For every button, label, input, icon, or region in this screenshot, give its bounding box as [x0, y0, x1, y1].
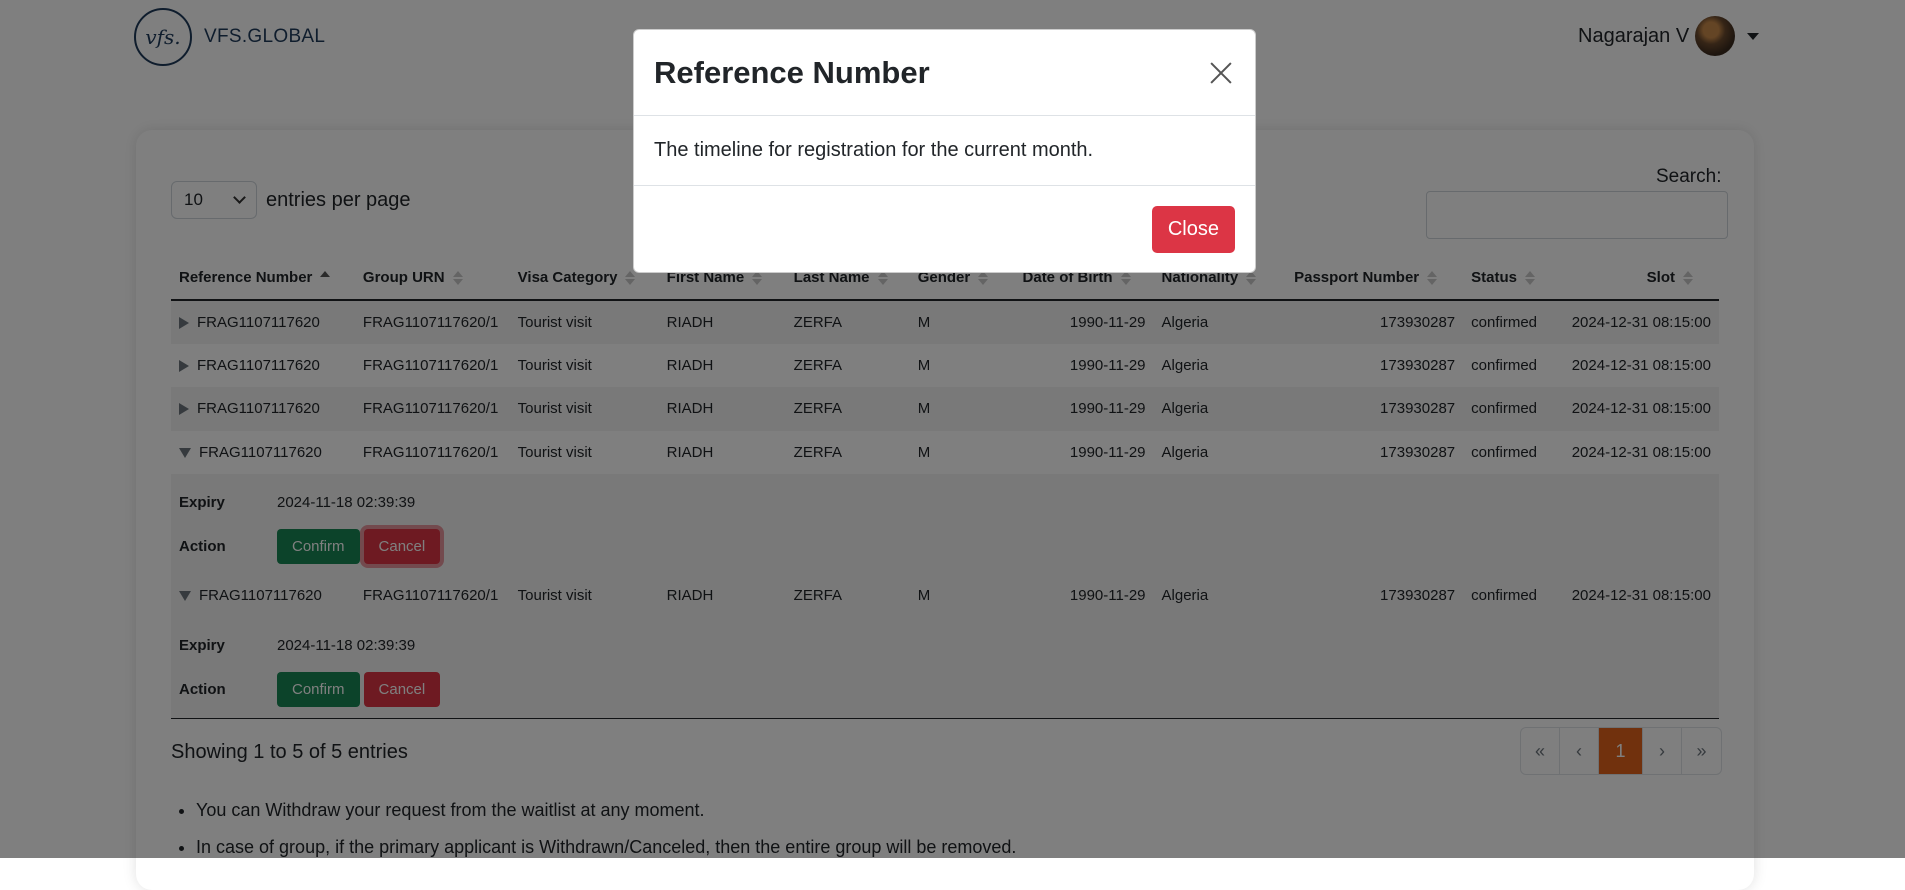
- modal-header: Reference Number: [634, 30, 1255, 116]
- modal-message: The timeline for registration for the cu…: [654, 139, 1094, 161]
- close-button[interactable]: Close: [1151, 205, 1235, 253]
- modal-body: The timeline for registration for the cu…: [634, 116, 1255, 186]
- close-icon[interactable]: [1207, 59, 1235, 87]
- modal-title: Reference Number: [654, 54, 930, 90]
- modal-footer: Close: [634, 186, 1255, 272]
- reference-number-modal: Reference Number The timeline for regist…: [633, 29, 1256, 273]
